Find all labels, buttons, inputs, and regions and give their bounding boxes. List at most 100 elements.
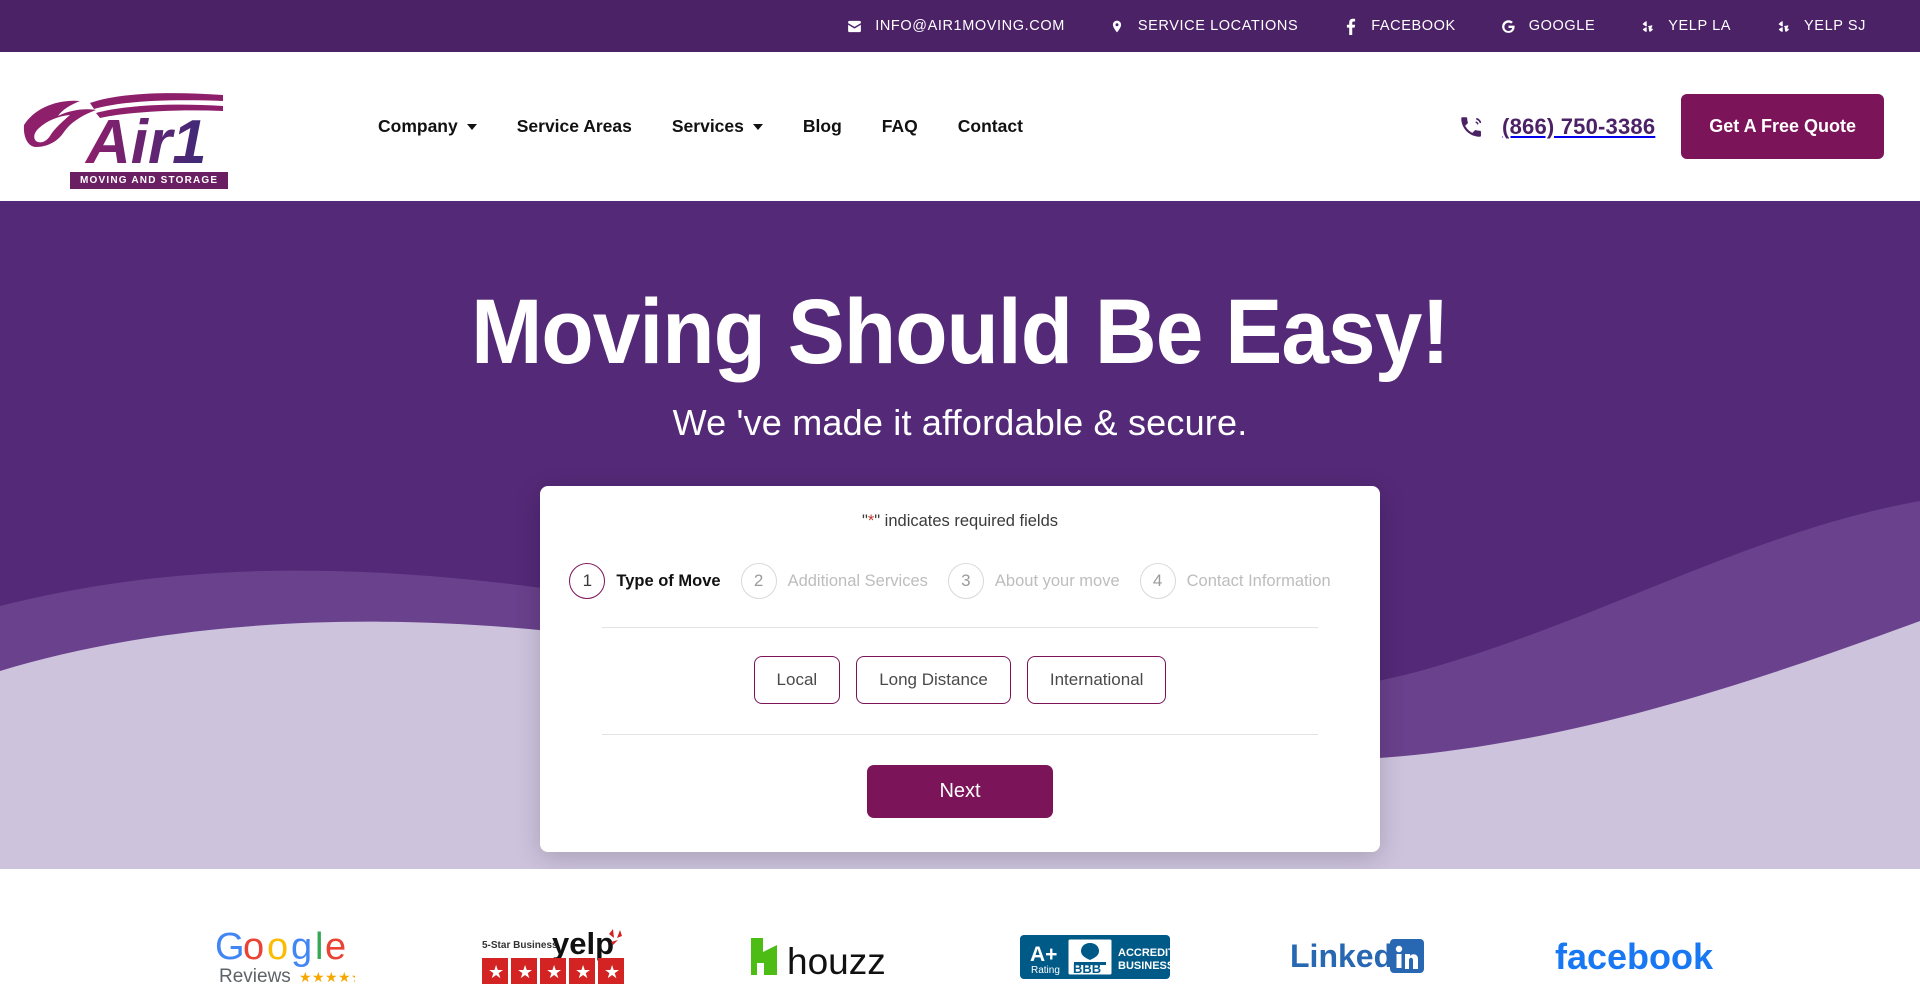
svg-text:g: g: [291, 926, 312, 968]
facebook-icon: [1342, 18, 1359, 35]
chevron-down-icon: [466, 123, 477, 130]
google-reviews-badge[interactable]: G o o g l e Reviews ★★ ★★ ★: [150, 926, 420, 988]
svg-text:★: ★: [517, 962, 533, 982]
site-header: Air1 MOVING AND STORAGE Company Service …: [0, 52, 1920, 201]
yelp-icon: [1775, 18, 1792, 35]
main-navigation: Company Service Areas Services Blog FAQ …: [358, 116, 1043, 137]
quote-form-card: "*" indicates required fields 1 Type of …: [540, 486, 1380, 852]
next-button[interactable]: Next: [867, 765, 1053, 818]
form-step-4[interactable]: 4 Contact Information: [1139, 563, 1351, 599]
logo-tagline: MOVING AND STORAGE: [70, 171, 229, 189]
form-step-2[interactable]: 2 Additional Services: [740, 563, 948, 599]
topbar-item-yelp-la[interactable]: YELP LA: [1617, 18, 1753, 35]
svg-text:l: l: [315, 926, 323, 968]
nav-label-blog: Blog: [802, 116, 842, 136]
header-actions: (866) 750-3386 Get A Free Quote: [1458, 94, 1884, 159]
option-local[interactable]: Local: [753, 656, 841, 704]
svg-text:G: G: [215, 926, 245, 968]
nav-label-faq: FAQ: [881, 116, 918, 136]
form-step-indicator: 1 Type of Move 2 Additional Services 3 A…: [569, 563, 1331, 628]
form-step-3[interactable]: 3 About your move: [947, 563, 1140, 599]
hero-title: Moving Should Be Easy!: [471, 281, 1450, 383]
facebook-badge[interactable]: facebook: [1500, 935, 1770, 979]
topbar-item-google[interactable]: GOOGLE: [1478, 18, 1617, 35]
topbar-label-yelp-sj: YELP SJ: [1804, 18, 1866, 34]
get-free-quote-button[interactable]: Get A Free Quote: [1681, 94, 1884, 159]
topbar-item-facebook[interactable]: FACEBOOK: [1320, 18, 1478, 35]
svg-text:houzz: houzz: [787, 941, 886, 982]
svg-text:★: ★: [299, 969, 312, 985]
move-type-options: Local Long Distance International: [602, 628, 1318, 735]
topbar-label-email: INFO@AIR1MOVING.COM: [875, 18, 1065, 34]
step-3-number: 3: [947, 563, 984, 599]
topbar-label-facebook: FACEBOOK: [1371, 18, 1456, 34]
yelp-5-star-badge[interactable]: 5-Star Business yelp ★ ★ ★ ★ ★: [420, 926, 690, 988]
topbar-item-email[interactable]: INFO@AIR1MOVING.COM: [824, 18, 1087, 35]
svg-text:★: ★: [488, 962, 504, 982]
svg-text:Linked: Linked: [1290, 938, 1393, 974]
chevron-down-icon: [752, 123, 763, 130]
nav-label-company: Company: [378, 116, 458, 136]
svg-text:yelp: yelp: [552, 926, 614, 961]
map-pin-icon: [1109, 18, 1126, 35]
svg-text:o: o: [267, 926, 288, 968]
hero-subtitle: We 've made it affordable & secure.: [672, 402, 1248, 443]
svg-text:★: ★: [351, 969, 355, 985]
hero-content: Moving Should Be Easy! We 've made it af…: [0, 201, 1920, 852]
topbar-item-yelp-sj[interactable]: YELP SJ: [1753, 18, 1888, 35]
svg-text:5-Star Business: 5-Star Business: [482, 940, 558, 951]
svg-text:facebook: facebook: [1555, 936, 1714, 977]
option-long-distance[interactable]: Long Distance: [856, 656, 1011, 704]
required-fields-note: "*" indicates required fields: [602, 512, 1318, 531]
topbar-label-service-locations: SERVICE LOCATIONS: [1137, 18, 1299, 34]
nav-item-blog[interactable]: Blog: [783, 116, 862, 137]
svg-text:Reviews: Reviews: [219, 966, 291, 987]
nav-label-service-areas: Service Areas: [516, 116, 632, 136]
svg-text:e: e: [325, 926, 346, 968]
svg-text:★: ★: [338, 969, 351, 985]
air1-logo-mark: Air1: [23, 92, 223, 177]
step-2-number: 2: [740, 563, 777, 599]
email-icon: [846, 18, 863, 35]
svg-text:ACCREDITED: ACCREDITED: [1118, 947, 1170, 959]
bbb-accredited-badge[interactable]: A+ Rating BBB ACCREDITED BUSINESS: [960, 931, 1230, 983]
topbar-item-service-locations[interactable]: SERVICE LOCATIONS: [1087, 18, 1320, 35]
svg-text:BBB: BBB: [1073, 961, 1101, 976]
nav-item-services[interactable]: Services: [652, 116, 783, 137]
step-4-label: Contact Information: [1186, 571, 1331, 590]
svg-text:★: ★: [546, 962, 562, 982]
phone-number: (866) 750-3386: [1502, 113, 1656, 139]
top-utility-bar: INFO@AIR1MOVING.COM SERVICE LOCATIONS FA…: [0, 0, 1920, 52]
phone-link[interactable]: (866) 750-3386: [1458, 114, 1655, 140]
required-note-suffix: " indicates required fields: [874, 512, 1059, 530]
svg-text:A+: A+: [1030, 943, 1057, 966]
nav-label-contact: Contact: [957, 116, 1023, 136]
form-step-1[interactable]: 1 Type of Move: [569, 563, 740, 599]
topbar-label-google: GOOGLE: [1528, 18, 1596, 34]
nav-item-contact[interactable]: Contact: [938, 116, 1043, 137]
logo[interactable]: Air1 MOVING AND STORAGE: [18, 77, 268, 189]
houzz-badge[interactable]: houzz: [690, 932, 960, 982]
option-international[interactable]: International: [1026, 656, 1167, 704]
linkedin-badge[interactable]: Linked: [1230, 935, 1500, 979]
step-3-label: About your move: [994, 571, 1120, 590]
nav-item-service-areas[interactable]: Service Areas: [497, 116, 652, 137]
svg-text:★: ★: [312, 969, 325, 985]
step-1-label: Type of Move: [616, 571, 721, 590]
trust-badges-strip: G o o g l e Reviews ★★ ★★ ★ 5-Star Busin…: [0, 869, 1920, 993]
step-4-number: 4: [1139, 563, 1176, 599]
form-actions: Next: [602, 735, 1318, 818]
step-2-label: Additional Services: [787, 571, 928, 590]
step-1-number: 1: [569, 563, 606, 599]
svg-text:o: o: [243, 926, 264, 968]
svg-text:Rating: Rating: [1031, 965, 1060, 976]
svg-text:★: ★: [604, 962, 620, 982]
svg-text:Air1: Air1: [84, 108, 207, 177]
nav-item-company[interactable]: Company: [358, 116, 497, 137]
phone-ringing-icon: [1458, 114, 1484, 140]
nav-item-faq[interactable]: FAQ: [862, 116, 938, 137]
topbar-label-yelp-la: YELP LA: [1668, 18, 1732, 34]
svg-text:BUSINESS: BUSINESS: [1118, 960, 1170, 972]
svg-text:★: ★: [575, 962, 591, 982]
yelp-icon: [1639, 18, 1656, 35]
